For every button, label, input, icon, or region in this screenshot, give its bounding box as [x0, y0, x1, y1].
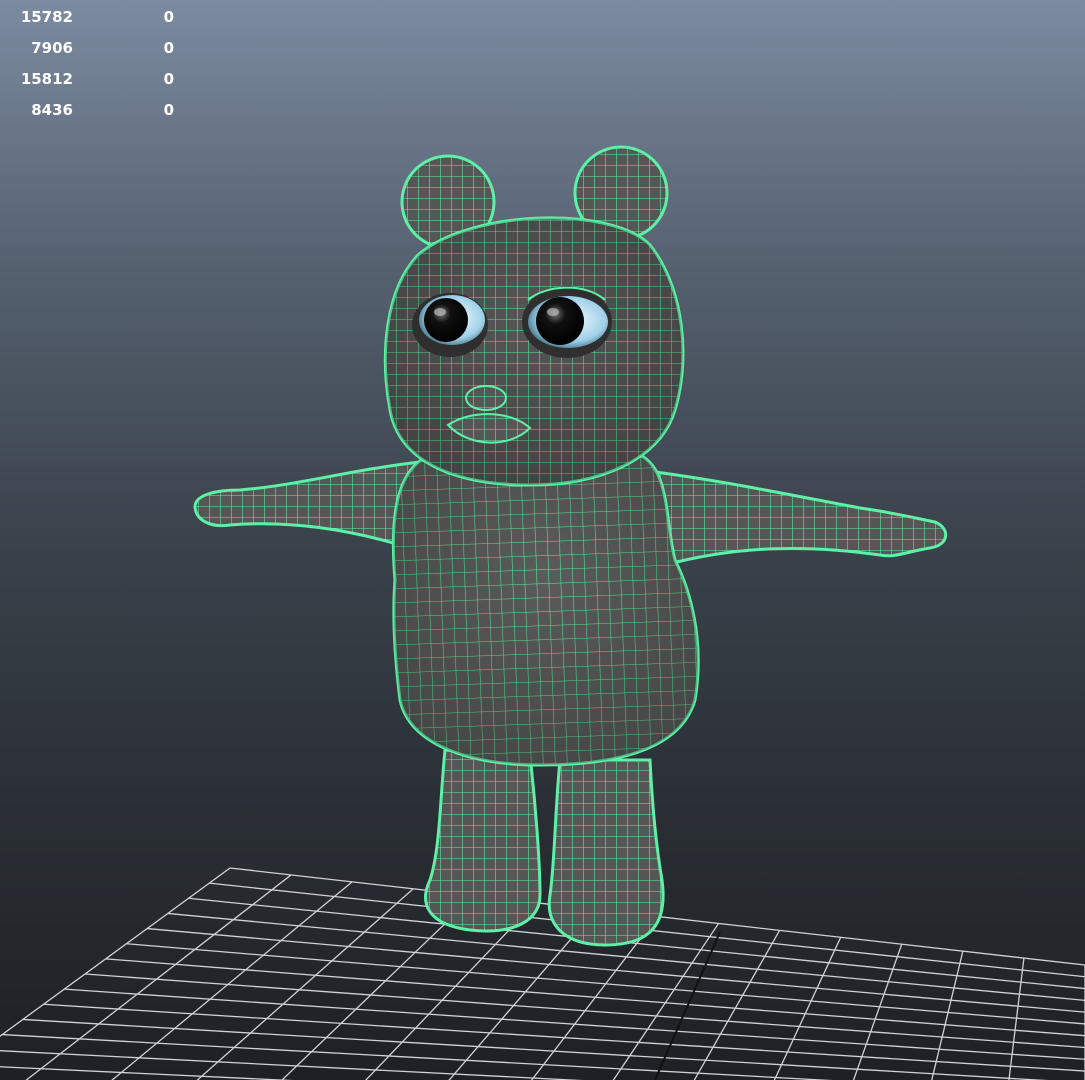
bear-left-arm: [193, 460, 422, 547]
bear-nose: [465, 385, 507, 411]
bear-right-eye: [522, 286, 612, 358]
grid-line: [25, 874, 292, 1080]
bear-left-leg: [424, 748, 542, 933]
ground-grid: [0, 867, 1085, 1080]
grid-line: [0, 1066, 294, 1080]
grid-line: [22, 1018, 1049, 1080]
bear-right-arm: [637, 468, 948, 567]
grid-line: [0, 867, 231, 1037]
scene-canvas[interactable]: [0, 0, 1085, 1080]
grid-line: [773, 937, 842, 1080]
3d-viewport[interactable]: 15782 0 7906 0 15812 0 8436 0: [0, 0, 1085, 1080]
bear-right-leg: [547, 758, 665, 947]
bear-left-eye: [412, 293, 488, 357]
bear-model[interactable]: [193, 145, 948, 947]
